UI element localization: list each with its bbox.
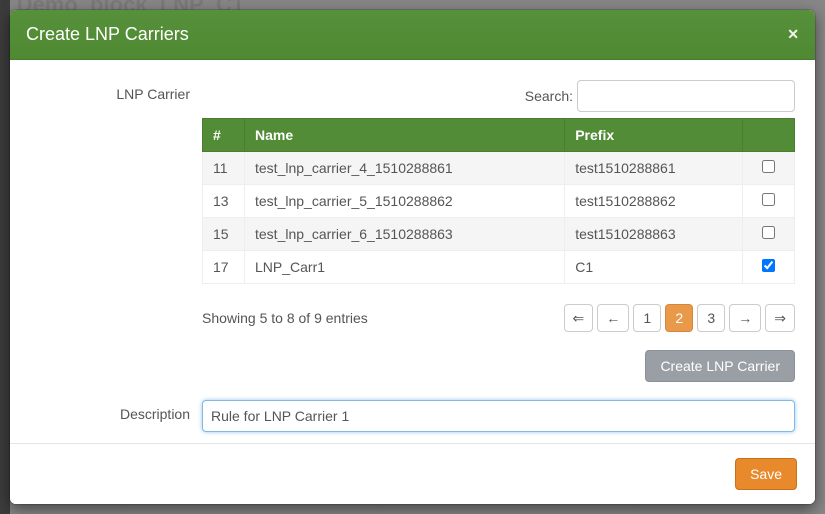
description-row: Description — [30, 400, 795, 432]
modal-footer: Save — [10, 443, 815, 504]
close-icon[interactable]: ✕ — [787, 26, 799, 43]
cell-index: 13 — [203, 185, 245, 218]
cell-name: test_lnp_carrier_4_1510288861 — [245, 152, 565, 185]
table-footer: Showing 5 to 8 of 9 entries ⇐←123→⇒ — [202, 304, 795, 332]
lnp-carriers-table: # Name Prefix 11test_lnp_carrier_4_15102… — [202, 118, 795, 284]
page-3[interactable]: 3 — [697, 304, 725, 332]
col-header-prefix[interactable]: Prefix — [565, 119, 743, 152]
col-header-select — [743, 119, 795, 152]
page-first[interactable]: ⇐ — [564, 304, 594, 332]
create-lnp-carrier-button[interactable]: Create LNP Carrier — [645, 350, 795, 382]
cell-index: 17 — [203, 251, 245, 284]
cell-select — [743, 218, 795, 251]
save-button[interactable]: Save — [735, 458, 797, 490]
cell-name: test_lnp_carrier_5_1510288862 — [245, 185, 565, 218]
page-next[interactable]: → — [729, 304, 761, 332]
cell-index: 15 — [203, 218, 245, 251]
pagination: ⇐←123→⇒ — [564, 304, 795, 332]
cell-name: test_lnp_carrier_6_1510288863 — [245, 218, 565, 251]
search-row: Search: — [202, 80, 795, 112]
cell-select — [743, 251, 795, 284]
row-select-checkbox[interactable] — [762, 259, 775, 272]
cell-prefix: test1510288861 — [565, 152, 743, 185]
create-lnp-carriers-modal: Create LNP Carriers ✕ LNP Carrier Search… — [10, 10, 815, 504]
col-header-index[interactable]: # — [203, 119, 245, 152]
page-1[interactable]: 1 — [633, 304, 661, 332]
lnp-carrier-control: Search: # Name Prefix 11test_ln — [202, 80, 795, 382]
search-label: Search: — [525, 88, 573, 104]
page-2[interactable]: 2 — [665, 304, 693, 332]
search-input[interactable] — [577, 80, 795, 112]
col-header-name[interactable]: Name — [245, 119, 565, 152]
page-last[interactable]: ⇒ — [765, 304, 795, 332]
row-select-checkbox[interactable] — [762, 226, 775, 239]
table-row: 11test_lnp_carrier_4_1510288861test15102… — [203, 152, 795, 185]
row-select-checkbox[interactable] — [762, 160, 775, 173]
cell-prefix: test1510288863 — [565, 218, 743, 251]
cell-select — [743, 152, 795, 185]
modal-body: LNP Carrier Search: # Name Prefix — [10, 60, 815, 443]
table-info: Showing 5 to 8 of 9 entries — [202, 310, 564, 326]
table-row: 17LNP_Carr1C1 — [203, 251, 795, 284]
modal-title: Create LNP Carriers — [26, 24, 787, 45]
cell-name: LNP_Carr1 — [245, 251, 565, 284]
table-row: 15test_lnp_carrier_6_1510288863test15102… — [203, 218, 795, 251]
row-select-checkbox[interactable] — [762, 193, 775, 206]
lnp-carrier-label: LNP Carrier — [30, 80, 202, 102]
table-row: 13test_lnp_carrier_5_1510288862test15102… — [203, 185, 795, 218]
table-actions: Create LNP Carrier — [202, 350, 795, 382]
cell-prefix: C1 — [565, 251, 743, 284]
cell-select — [743, 185, 795, 218]
modal-header: Create LNP Carriers ✕ — [10, 10, 815, 60]
lnp-carrier-row: LNP Carrier Search: # Name Prefix — [30, 80, 795, 382]
description-input[interactable] — [202, 400, 795, 432]
cell-index: 11 — [203, 152, 245, 185]
description-label: Description — [30, 400, 202, 422]
page-prev[interactable]: ← — [597, 304, 629, 332]
cell-prefix: test1510288862 — [565, 185, 743, 218]
